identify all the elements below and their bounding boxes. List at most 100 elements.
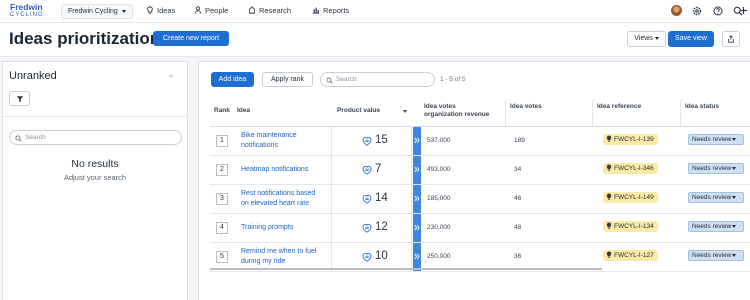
table-row[interactable]: 2 Heatmap notifications 7 493,000 34 FWCYL-I-…: [210, 156, 750, 185]
share-button[interactable]: [722, 31, 740, 47]
expand-scorecard-toggle[interactable]: [413, 127, 421, 155]
table-row[interactable]: 3 Rest notifications based on elevated hea…: [210, 185, 750, 214]
plus-icon[interactable]: [739, 6, 748, 15]
lightbulb-icon: [606, 222, 612, 229]
idea-reference-badge[interactable]: FWCYL-I-139: [603, 134, 658, 145]
org-revenue-value: 537,000: [427, 137, 451, 144]
idea-reference-text: FWCYL-I-149: [614, 194, 654, 201]
column-divider: [505, 100, 506, 126]
company-logo[interactable]: Fredwin CYCLING: [10, 3, 44, 19]
idea-status-dropdown[interactable]: Needs review: [688, 192, 744, 203]
idea-status-dropdown[interactable]: Needs review: [688, 134, 744, 145]
create-report-button[interactable]: Create new report: [153, 31, 229, 46]
idea-link[interactable]: Training prompts: [241, 223, 326, 233]
search-icon: [326, 76, 333, 84]
scorecard-icon: [362, 223, 372, 233]
rank-number[interactable]: 1: [216, 135, 228, 147]
column-header-votes[interactable]: Idea votes: [510, 103, 542, 111]
rank-number[interactable]: 5: [216, 251, 228, 263]
idea-link[interactable]: Remind me when to fuel during my ride: [241, 247, 326, 267]
save-view-button[interactable]: Save view: [668, 31, 714, 47]
unranked-search[interactable]: [9, 130, 182, 145]
nav-item-ideas[interactable]: Ideas: [146, 6, 175, 16]
idea-status-dropdown[interactable]: Needs review: [688, 163, 744, 174]
rank-number[interactable]: 2: [216, 164, 228, 176]
product-value-score: 10: [375, 250, 388, 262]
expand-scorecard-toggle[interactable]: [413, 185, 421, 213]
idea-reference-badge[interactable]: FWCYL-I-134: [603, 221, 658, 232]
idea-reference-badge[interactable]: FWCYL-I-127: [603, 250, 658, 261]
idea-reference-text: FWCYL-I-346: [614, 165, 654, 172]
org-revenue-value: 493,000: [427, 166, 451, 173]
horizontal-scrollbar[interactable]: [210, 268, 602, 270]
table-row[interactable]: 1 Bike maintenance notifications 15 537,000 1…: [210, 127, 750, 156]
column-header-votes-org-revenue[interactable]: Idea votes organization revenue: [424, 103, 489, 119]
rank-number[interactable]: 4: [216, 222, 228, 234]
double-chevron-right-icon: [414, 166, 420, 173]
expand-scorecard-toggle[interactable]: [413, 156, 421, 184]
add-idea-button[interactable]: Add idea: [211, 72, 254, 87]
lightbulb-icon: [606, 135, 612, 142]
double-chevron-left-icon[interactable]: «: [169, 71, 173, 80]
product-value-cell[interactable]: 10: [331, 243, 412, 271]
scorecard-icon: [362, 194, 372, 204]
idea-name-line-1: Heatmap notifications: [241, 166, 309, 173]
column-header-reference[interactable]: Idea reference: [597, 103, 641, 111]
idea-reference-badge[interactable]: FWCYL-I-149: [603, 192, 658, 203]
share-icon: [728, 35, 734, 43]
idea-reference-badge[interactable]: FWCYL-I-346: [603, 163, 658, 174]
chevron-down-icon: [732, 137, 737, 141]
nav-item-people[interactable]: People: [194, 6, 228, 16]
product-value-cell[interactable]: 15: [331, 127, 412, 155]
double-chevron-right-icon: [414, 195, 420, 202]
filter-icon: [16, 96, 24, 103]
product-value-cell[interactable]: 14: [331, 185, 412, 213]
ranked-search[interactable]: [320, 72, 476, 87]
idea-name-line-1: Rest notifications based: [241, 190, 316, 197]
column-header-line-1: Idea votes: [424, 103, 456, 110]
filter-button[interactable]: [9, 91, 30, 106]
unranked-search-input[interactable]: [25, 132, 165, 143]
logo-line-1: Fredwin: [10, 2, 43, 12]
votes-value: 36: [514, 253, 522, 260]
idea-link[interactable]: Bike maintenance notifications: [241, 131, 326, 151]
user-avatar[interactable]: [671, 5, 682, 16]
org-revenue-value: 250,000: [427, 253, 451, 260]
double-chevron-right-icon: [414, 137, 420, 144]
nav-item-reports[interactable]: Reports: [312, 6, 349, 16]
product-value-cell[interactable]: 12: [331, 214, 412, 242]
expand-scorecard-toggle[interactable]: [413, 214, 421, 242]
idea-name-line-1: Remind me when to fuel: [241, 248, 317, 255]
column-header-idea[interactable]: Idea: [237, 107, 250, 115]
column-header-product-value[interactable]: Product value: [337, 107, 380, 115]
chevron-down-icon: [732, 195, 737, 199]
idea-status-dropdown[interactable]: Needs review: [688, 250, 744, 261]
apply-rank-button[interactable]: Apply rank: [262, 72, 313, 87]
nav-item-ideas-label: Ideas: [157, 6, 176, 15]
idea-name-line-2: on elevated heart rate: [241, 200, 310, 207]
idea-status-dropdown[interactable]: Needs review: [688, 221, 744, 232]
person-icon: [194, 6, 202, 14]
idea-link[interactable]: Heatmap notifications: [241, 165, 326, 175]
column-header-rank[interactable]: Rank: [214, 107, 230, 115]
workspace-label: Fredwin Cycling: [68, 8, 118, 15]
idea-link[interactable]: Rest notifications based on elevated hear…: [241, 189, 326, 209]
column-header-status[interactable]: Idea status: [685, 103, 719, 111]
sort-descending-icon[interactable]: [403, 110, 407, 113]
workspace-selector[interactable]: Fredwin Cycling: [61, 4, 133, 19]
idea-status-text: Needs review: [692, 136, 732, 143]
idea-name-line-1: Bike maintenance: [241, 132, 297, 139]
views-dropdown[interactable]: Views: [627, 31, 666, 47]
rank-number[interactable]: 3: [216, 193, 228, 205]
nav-item-reports-label: Reports: [323, 6, 350, 15]
row-divider: [210, 271, 750, 272]
product-value-cell[interactable]: 7: [331, 156, 412, 184]
table-row[interactable]: 4 Training prompts 12 230,000 48 FWCYL-I-134 N…: [210, 214, 750, 243]
product-value-score: 15: [375, 134, 388, 146]
gear-icon[interactable]: [692, 6, 702, 16]
idea-status-text: Needs review: [692, 223, 732, 230]
expand-scorecard-toggle[interactable]: [413, 243, 421, 271]
nav-item-research[interactable]: Research: [248, 6, 291, 16]
lightbulb-icon: [147, 6, 153, 14]
help-icon[interactable]: [713, 6, 723, 16]
